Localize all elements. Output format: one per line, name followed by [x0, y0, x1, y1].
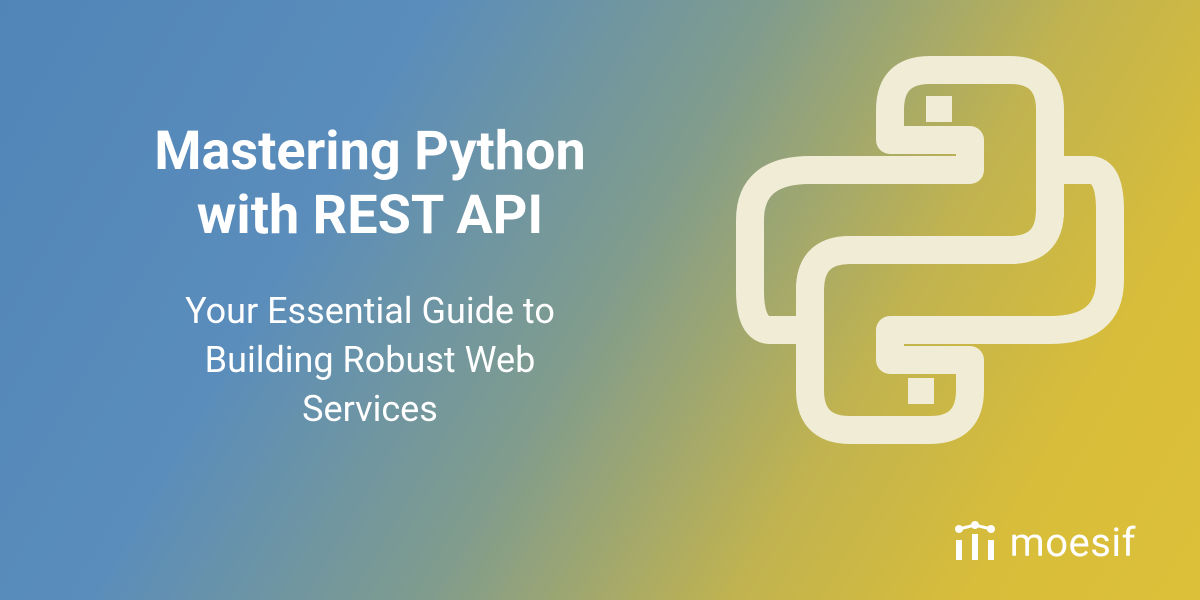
- brand-mark-icon: [952, 520, 998, 566]
- banner-container: Mastering Python with REST API Your Esse…: [0, 0, 1200, 600]
- headline-line-1: Mastering Python: [154, 120, 586, 183]
- text-block: Mastering Python with REST API Your Esse…: [0, 0, 680, 600]
- subheadline: Your Essential Guide to Building Robust …: [100, 287, 640, 433]
- headline-line-2: with REST API: [197, 184, 543, 247]
- subhead-line-1: Your Essential Guide to: [185, 290, 555, 332]
- subhead-line-2: Building Robust Web: [205, 339, 536, 381]
- brand-name: moesif: [1010, 519, 1136, 566]
- subhead-line-3: Services: [302, 388, 438, 430]
- brand-logo: moesif: [952, 519, 1136, 566]
- graphic-block: [680, 0, 1200, 600]
- python-icon: [720, 40, 1140, 460]
- headline: Mastering Python with REST API: [100, 120, 640, 247]
